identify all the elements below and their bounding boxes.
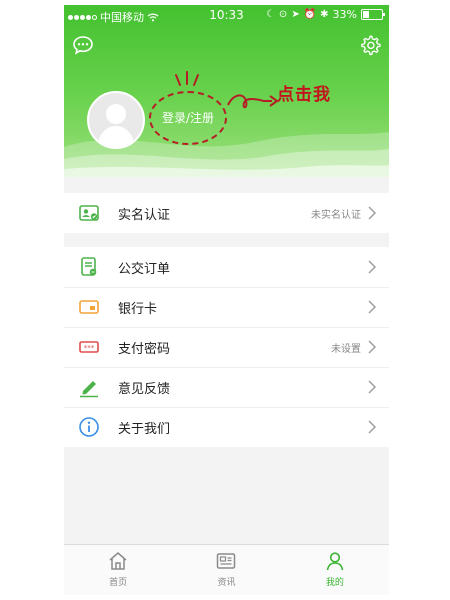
password-icon: *** bbox=[79, 341, 99, 353]
svg-text:***: *** bbox=[84, 344, 95, 352]
list-item-label: 支付密码 bbox=[118, 341, 171, 357]
tab-label: 首页 bbox=[109, 578, 128, 588]
list-item-label: 公交订单 bbox=[118, 261, 171, 277]
list-item-payment-password[interactable]: *** 支付密码 未设置 bbox=[64, 327, 389, 367]
list-item-real-name[interactable]: 实名认证 未实名认证 bbox=[64, 193, 389, 233]
list-item-label: 关于我们 bbox=[118, 421, 171, 437]
list-item-value: 未设置 bbox=[331, 343, 361, 355]
avatar-placeholder-icon bbox=[97, 104, 135, 147]
battery-icon bbox=[361, 9, 385, 20]
list-item-label: 银行卡 bbox=[118, 301, 158, 317]
tab-news[interactable]: 资讯 bbox=[172, 545, 280, 595]
bank-card-icon bbox=[79, 300, 99, 314]
menu-group-verification: 实名认证 未实名认证 bbox=[64, 193, 389, 233]
location-icon: ➤ bbox=[291, 9, 300, 20]
id-card-icon bbox=[79, 205, 99, 221]
feedback-pen-icon bbox=[80, 381, 98, 398]
bluetooth-icon: ✱ bbox=[320, 9, 329, 20]
list-item-bank-card[interactable]: 银行卡 bbox=[64, 287, 389, 327]
list-item-label: 实名认证 bbox=[118, 207, 171, 223]
phone-screen: 登录/注册 点击我 中国移动 10:33 ☾ ⊙ ➤ ⏰ ✱ 33% 实名认证 … bbox=[64, 5, 389, 595]
alarm-icon: ⏰ bbox=[303, 9, 317, 20]
battery-percent: 33% bbox=[332, 8, 357, 21]
list-item-bus-orders[interactable]: 公交订单 bbox=[64, 247, 389, 287]
chevron-right-icon bbox=[368, 380, 377, 394]
chevron-right-icon bbox=[368, 206, 377, 220]
gear-icon[interactable] bbox=[359, 34, 381, 56]
list-item-label: 意见反馈 bbox=[118, 381, 171, 397]
tab-home[interactable]: 首页 bbox=[64, 545, 172, 595]
list-item-feedback[interactable]: 意见反馈 bbox=[64, 367, 389, 407]
status-bar: 中国移动 10:33 ☾ ⊙ ➤ ⏰ ✱ 33% bbox=[64, 5, 389, 25]
chevron-right-icon bbox=[368, 260, 377, 274]
list-item-value: 未实名认证 bbox=[311, 209, 361, 221]
list-item-about-us[interactable]: 关于我们 bbox=[64, 407, 389, 447]
person-icon bbox=[326, 552, 344, 571]
chevron-right-icon bbox=[368, 420, 377, 434]
lock-rotation-icon: ⊙ bbox=[278, 9, 288, 20]
avatar[interactable] bbox=[87, 91, 145, 149]
menu-group-main: 公交订单 银行卡 *** 支付密码 未设置 意见反馈 关于我们 bbox=[64, 247, 389, 447]
order-icon bbox=[81, 257, 97, 276]
chat-icon[interactable] bbox=[72, 35, 94, 55]
click-me-annotation: 点击我 bbox=[277, 85, 331, 105]
info-icon bbox=[79, 417, 99, 437]
moon-icon: ☾ bbox=[265, 9, 275, 20]
chevron-right-icon bbox=[368, 300, 377, 314]
tab-mine[interactable]: 我的 bbox=[281, 545, 389, 595]
tab-label: 我的 bbox=[325, 578, 344, 588]
news-icon bbox=[217, 553, 236, 569]
profile-header: 登录/注册 点击我 bbox=[64, 5, 389, 177]
bottom-tab-bar: 首页 资讯 我的 bbox=[64, 544, 389, 595]
tab-label: 资讯 bbox=[217, 578, 236, 588]
chevron-right-icon bbox=[368, 340, 377, 354]
home-icon bbox=[109, 552, 127, 570]
